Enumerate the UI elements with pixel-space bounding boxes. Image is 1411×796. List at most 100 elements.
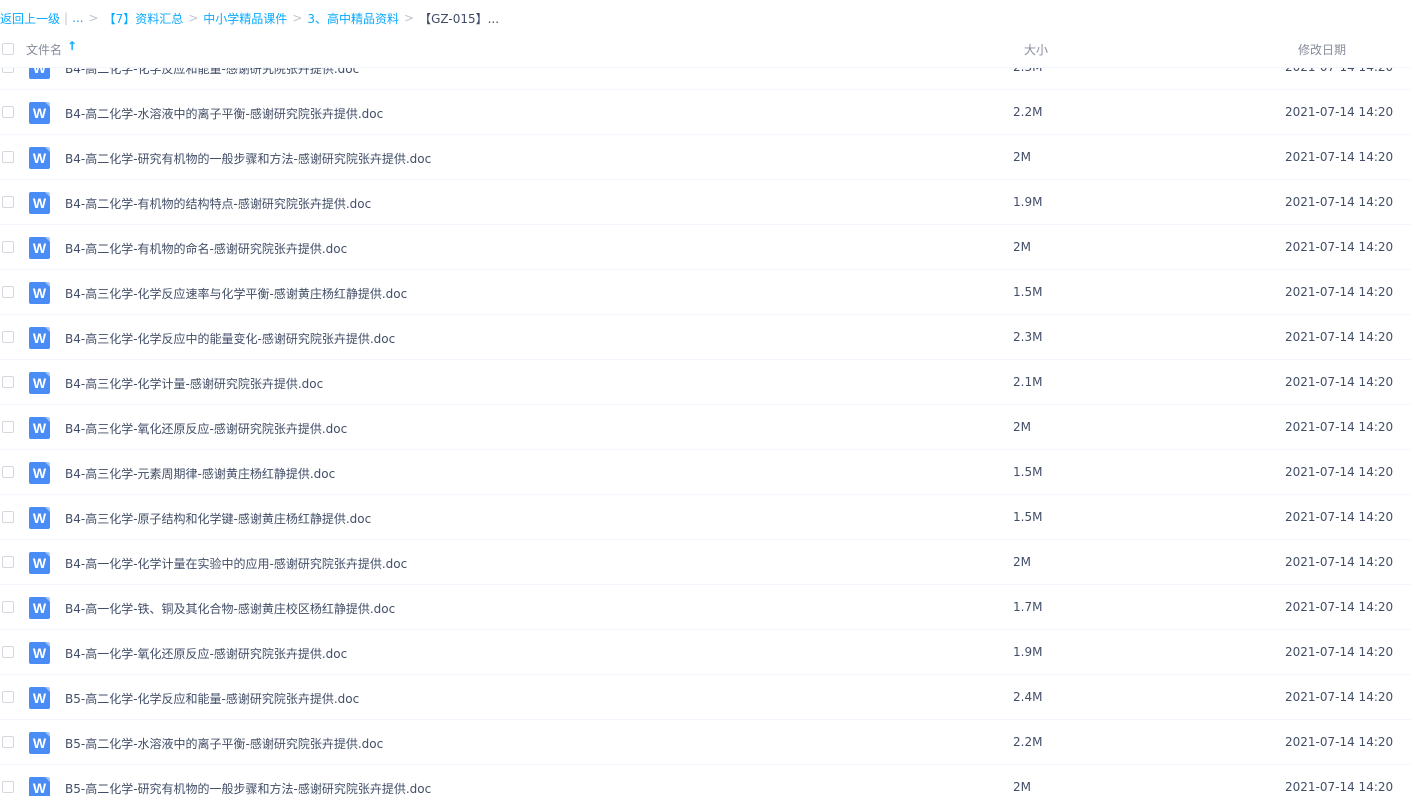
file-name[interactable]: B4-高三化学-化学计量-感谢研究院张卉提供.doc (65, 375, 323, 392)
file-name[interactable]: B4-高二化学-化学反应和能量-感谢研究院张卉提供.doc (65, 67, 359, 77)
word-doc-icon: W (29, 462, 50, 484)
file-row[interactable]: W B4-高三化学-元素周期律-感谢黄庄杨红静提供.doc 1.5M 2021-… (0, 450, 1411, 495)
word-doc-icon: W (29, 507, 50, 529)
file-browser: 返回上一级 | ... > 【7】资料汇总 > 中小学精品课件 > 3、高中精品… (0, 0, 1411, 796)
file-size: 2.4M (1013, 690, 1043, 704)
file-modified-date: 2021-07-14 14:20 (1285, 600, 1394, 614)
file-list[interactable]: W B4-高二化学-化学反应和能量-感谢研究院张卉提供.doc 2.3M 202… (0, 67, 1411, 796)
file-row[interactable]: W B4-高一化学-氧化还原反应-感谢研究院张卉提供.doc 1.9M 2021… (0, 630, 1411, 675)
row-checkbox[interactable] (2, 331, 14, 343)
file-row[interactable]: W B5-高二化学-水溶液中的离子平衡-感谢研究院张卉提供.doc 2.2M 2… (0, 720, 1411, 765)
word-doc-icon: W (29, 237, 50, 259)
file-size: 2.3M (1013, 330, 1043, 344)
file-name[interactable]: B4-高三化学-氧化还原反应-感谢研究院张卉提供.doc (65, 420, 347, 437)
file-name[interactable]: B5-高二化学-化学反应和能量-感谢研究院张卉提供.doc (65, 690, 359, 707)
file-size: 2.2M (1013, 735, 1043, 749)
file-modified-date: 2021-07-14 14:20 (1285, 780, 1394, 794)
word-doc-icon: W (29, 732, 50, 754)
file-row[interactable]: W B4-高三化学-化学反应速率与化学平衡-感谢黄庄杨红静提供.doc 1.5M… (0, 270, 1411, 315)
word-doc-icon: W (29, 67, 50, 79)
word-doc-icon: W (29, 282, 50, 304)
row-checkbox[interactable] (2, 781, 14, 793)
file-modified-date: 2021-07-14 14:20 (1285, 285, 1394, 299)
row-checkbox[interactable] (2, 421, 14, 433)
file-size: 1.5M (1013, 285, 1043, 299)
file-name[interactable]: B4-高二化学-有机物的结构特点-感谢研究院张卉提供.doc (65, 195, 371, 212)
file-row[interactable]: W B4-高一化学-化学计量在实验中的应用-感谢研究院张卉提供.doc 2M 2… (0, 540, 1411, 585)
breadcrumb-item-1[interactable]: 中小学精品课件 (203, 10, 287, 27)
row-checkbox[interactable] (2, 196, 14, 208)
chevron-right-icon: > (404, 11, 415, 25)
file-row[interactable]: W B4-高三化学-氧化还原反应-感谢研究院张卉提供.doc 2M 2021-0… (0, 405, 1411, 450)
file-name[interactable]: B4-高三化学-化学反应中的能量变化-感谢研究院张卉提供.doc (65, 330, 395, 347)
file-modified-date: 2021-07-14 14:20 (1285, 420, 1394, 434)
file-modified-date: 2021-07-14 14:20 (1285, 330, 1394, 344)
file-row[interactable]: W B4-高三化学-原子结构和化学键-感谢黄庄杨红静提供.doc 1.5M 20… (0, 495, 1411, 540)
sort-ascending-icon[interactable]: ↑ (67, 39, 77, 53)
file-row[interactable]: W B5-高二化学-研究有机物的一般步骤和方法-感谢研究院张卉提供.doc 2M… (0, 765, 1411, 796)
file-name[interactable]: B4-高一化学-铁、铜及其化合物-感谢黄庄校区杨红静提供.doc (65, 600, 395, 617)
row-checkbox[interactable] (2, 601, 14, 613)
file-size: 1.9M (1013, 645, 1043, 659)
row-checkbox[interactable] (2, 646, 14, 658)
file-size: 2.2M (1013, 105, 1043, 119)
word-doc-icon: W (29, 597, 50, 619)
file-row[interactable]: W B4-高二化学-有机物的结构特点-感谢研究院张卉提供.doc 1.9M 20… (0, 180, 1411, 225)
breadcrumb-divider: | (64, 11, 69, 25)
row-checkbox[interactable] (2, 511, 14, 523)
file-size: 2.3M (1013, 67, 1043, 74)
word-doc-icon: W (29, 372, 50, 394)
file-row[interactable]: W B4-高三化学-化学计量-感谢研究院张卉提供.doc 2.1M 2021-0… (0, 360, 1411, 405)
file-name[interactable]: B4-高二化学-水溶液中的离子平衡-感谢研究院张卉提供.doc (65, 105, 383, 122)
file-row[interactable]: W B5-高二化学-化学反应和能量-感谢研究院张卉提供.doc 2.4M 202… (0, 675, 1411, 720)
row-checkbox[interactable] (2, 376, 14, 388)
select-all-checkbox[interactable] (2, 43, 14, 55)
column-header-size[interactable]: 大小 (1024, 41, 1048, 58)
file-row[interactable]: W B4-高一化学-铁、铜及其化合物-感谢黄庄校区杨红静提供.doc 1.7M … (0, 585, 1411, 630)
file-row[interactable]: W B4-高二化学-化学反应和能量-感谢研究院张卉提供.doc 2.3M 202… (0, 67, 1411, 90)
row-checkbox[interactable] (2, 556, 14, 568)
file-name[interactable]: B5-高二化学-水溶液中的离子平衡-感谢研究院张卉提供.doc (65, 735, 383, 752)
file-modified-date: 2021-07-14 14:20 (1285, 195, 1394, 209)
file-name[interactable]: B4-高三化学-化学反应速率与化学平衡-感谢黄庄杨红静提供.doc (65, 285, 407, 302)
file-name[interactable]: B4-高二化学-研究有机物的一般步骤和方法-感谢研究院张卉提供.doc (65, 150, 431, 167)
row-checkbox[interactable] (2, 106, 14, 118)
file-row[interactable]: W B4-高二化学-有机物的命名-感谢研究院张卉提供.doc 2M 2021-0… (0, 225, 1411, 270)
back-link[interactable]: 返回上一级 (0, 10, 60, 27)
list-header: 文件名 ↑ 大小 修改日期 (0, 36, 1411, 68)
file-size: 2M (1013, 150, 1031, 164)
file-row[interactable]: W B4-高三化学-化学反应中的能量变化-感谢研究院张卉提供.doc 2.3M … (0, 315, 1411, 360)
file-row[interactable]: W B4-高二化学-研究有机物的一般步骤和方法-感谢研究院张卉提供.doc 2M… (0, 135, 1411, 180)
file-size: 2M (1013, 780, 1031, 794)
file-modified-date: 2021-07-14 14:20 (1285, 735, 1394, 749)
row-checkbox[interactable] (2, 736, 14, 748)
row-checkbox[interactable] (2, 241, 14, 253)
file-row[interactable]: W B4-高二化学-水溶液中的离子平衡-感谢研究院张卉提供.doc 2.2M 2… (0, 90, 1411, 135)
column-header-date[interactable]: 修改日期 (1298, 41, 1346, 58)
breadcrumb-item-0[interactable]: 【7】资料汇总 (104, 10, 184, 27)
file-name[interactable]: B4-高二化学-有机物的命名-感谢研究院张卉提供.doc (65, 240, 347, 257)
file-modified-date: 2021-07-14 14:20 (1285, 375, 1394, 389)
file-list-content: W B4-高二化学-化学反应和能量-感谢研究院张卉提供.doc 2.3M 202… (0, 67, 1411, 796)
file-size: 2M (1013, 555, 1031, 569)
word-doc-icon: W (29, 777, 50, 796)
breadcrumb: 返回上一级 | ... > 【7】资料汇总 > 中小学精品课件 > 3、高中精品… (0, 0, 1411, 36)
row-checkbox[interactable] (2, 286, 14, 298)
file-name[interactable]: B4-高三化学-元素周期律-感谢黄庄杨红静提供.doc (65, 465, 335, 482)
chevron-right-icon: > (292, 11, 303, 25)
breadcrumb-ellipsis[interactable]: ... (72, 11, 83, 25)
file-name[interactable]: B4-高一化学-化学计量在实验中的应用-感谢研究院张卉提供.doc (65, 555, 407, 572)
file-modified-date: 2021-07-14 14:20 (1285, 555, 1394, 569)
row-checkbox[interactable] (2, 466, 14, 478)
file-size: 2.1M (1013, 375, 1043, 389)
file-name[interactable]: B4-高三化学-原子结构和化学键-感谢黄庄杨红静提供.doc (65, 510, 371, 527)
chevron-right-icon: > (188, 11, 199, 25)
breadcrumb-item-2[interactable]: 3、高中精品资料 (307, 10, 399, 27)
row-checkbox[interactable] (2, 691, 14, 703)
file-name[interactable]: B4-高一化学-氧化还原反应-感谢研究院张卉提供.doc (65, 645, 347, 662)
file-name[interactable]: B5-高二化学-研究有机物的一般步骤和方法-感谢研究院张卉提供.doc (65, 780, 431, 796)
file-size: 1.5M (1013, 510, 1043, 524)
column-header-name[interactable]: 文件名 (26, 41, 62, 58)
file-modified-date: 2021-07-14 14:20 (1285, 645, 1394, 659)
row-checkbox[interactable] (2, 151, 14, 163)
